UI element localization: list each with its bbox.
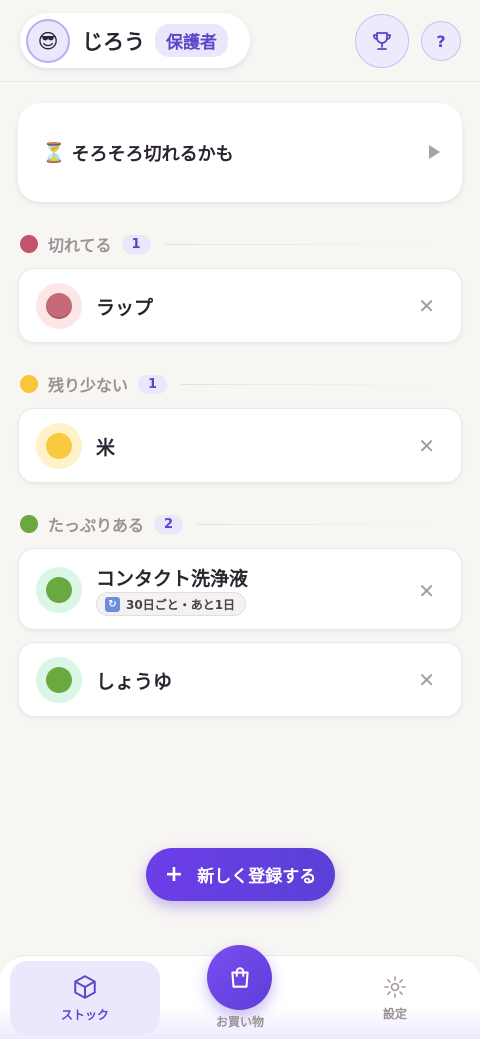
help-button[interactable]: ? bbox=[421, 21, 461, 61]
register-new-button[interactable]: + 新しく登録する bbox=[146, 848, 335, 901]
item-status-icon bbox=[36, 283, 82, 329]
section-count-badge: 1 bbox=[138, 374, 168, 394]
item-status-icon bbox=[36, 423, 82, 469]
status-dot-icon bbox=[46, 667, 72, 693]
delete-icon[interactable]: ✕ bbox=[418, 294, 435, 318]
section-header-out: 切れてる 1 bbox=[20, 232, 460, 256]
user-name: じろう bbox=[82, 29, 145, 54]
list-item[interactable]: ラップ ✕ bbox=[18, 268, 462, 343]
section-divider bbox=[181, 383, 440, 385]
status-dot-icon bbox=[46, 433, 72, 459]
trophy-icon bbox=[373, 32, 391, 50]
nav-tab-stock[interactable]: ストック bbox=[10, 961, 160, 1035]
list-item[interactable]: しょうゆ ✕ bbox=[18, 642, 462, 717]
alert-text: そろそろ切れるかも bbox=[71, 143, 234, 165]
section-title: たっぷりある bbox=[48, 516, 145, 535]
play-arrow-icon bbox=[429, 145, 440, 159]
item-status-icon bbox=[36, 657, 82, 703]
section-header-low: 残り少ない 1 bbox=[20, 372, 460, 396]
hourglass-icon: ⏳ bbox=[42, 142, 66, 164]
box-icon bbox=[74, 974, 96, 999]
cycle-text: 30日ごと・あと1日 bbox=[126, 597, 236, 612]
item-name: コンタクト洗浄液 bbox=[96, 568, 249, 590]
status-dot-icon bbox=[20, 375, 38, 393]
repeat-icon: ↻ bbox=[105, 596, 120, 612]
nav-tab-shopping[interactable] bbox=[207, 945, 272, 1010]
delete-icon[interactable]: ✕ bbox=[418, 668, 435, 692]
bottom-navigation: ストック お買い物 設定 bbox=[0, 945, 480, 1039]
section-count-badge: 2 bbox=[154, 514, 184, 534]
section-title: 切れてる bbox=[48, 236, 112, 255]
nav-tab-settings[interactable]: 設定 bbox=[320, 961, 470, 1035]
delete-icon[interactable]: ✕ bbox=[418, 434, 435, 458]
nav-label-stock: ストック bbox=[60, 1007, 109, 1022]
avatar: 😎 bbox=[26, 18, 70, 63]
plus-icon: + bbox=[164, 862, 184, 887]
app-header: 😎 じろう 保護者 ? bbox=[0, 0, 480, 82]
list-item[interactable]: コンタクト洗浄液 ↻ 30日ごと・あと1日 ✕ bbox=[18, 548, 462, 630]
nav-label-shopping[interactable]: お買い物 bbox=[200, 1013, 280, 1030]
list-item[interactable]: 米 ✕ bbox=[18, 408, 462, 483]
section-divider bbox=[164, 243, 440, 245]
section-count-badge: 1 bbox=[121, 234, 151, 254]
shopping-bag-icon bbox=[230, 966, 249, 988]
section-divider bbox=[197, 523, 440, 525]
section-title: 残り少ない bbox=[48, 376, 129, 395]
gear-icon bbox=[384, 975, 406, 998]
question-mark-icon: ? bbox=[436, 31, 446, 51]
avatar-emoji-icon: 😎 bbox=[37, 28, 59, 53]
nav-label-settings: 設定 bbox=[382, 1006, 407, 1021]
trophy-button[interactable] bbox=[355, 14, 409, 68]
item-name: ラップ bbox=[96, 297, 154, 319]
repeat-cycle-badge: ↻ 30日ごと・あと1日 bbox=[96, 592, 247, 616]
item-status-icon bbox=[36, 567, 82, 613]
user-profile-pill[interactable]: 😎 じろう 保護者 bbox=[20, 13, 250, 68]
status-dot-icon bbox=[20, 515, 38, 533]
register-new-label: 新しく登録する bbox=[197, 867, 317, 887]
running-low-alert-card[interactable]: ⏳ そろそろ切れるかも bbox=[18, 103, 462, 202]
role-badge: 保護者 bbox=[155, 24, 228, 57]
delete-icon[interactable]: ✕ bbox=[418, 579, 435, 603]
section-header-plenty: たっぷりある 2 bbox=[20, 512, 460, 536]
status-dot-icon bbox=[46, 577, 72, 603]
item-name: 米 bbox=[96, 437, 116, 459]
status-dot-icon bbox=[20, 235, 38, 253]
status-dot-icon bbox=[46, 293, 72, 319]
item-name: しょうゆ bbox=[96, 671, 173, 693]
